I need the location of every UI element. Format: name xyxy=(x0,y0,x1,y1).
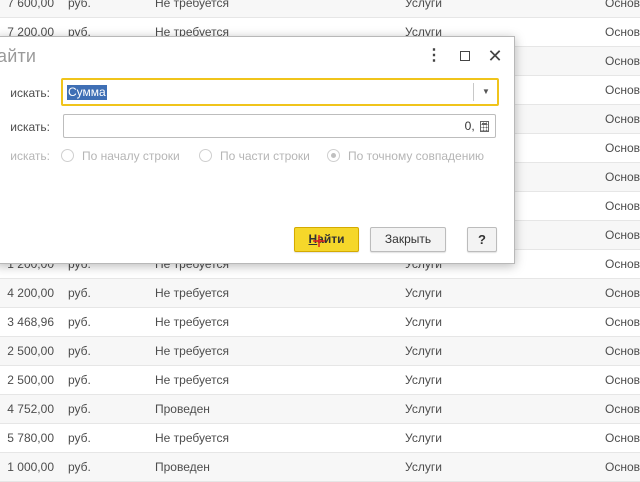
basis-cell: Основ xyxy=(605,315,640,329)
amount-cell: 5 780,00 xyxy=(7,431,54,445)
currency-cell: руб. xyxy=(68,402,91,416)
type-cell: Услуги xyxy=(405,315,442,329)
status-cell: Проведен xyxy=(155,460,210,474)
table-row[interactable]: 3 468,96 руб. Не требуется Услуги Основ xyxy=(0,308,640,337)
amount-cell: 2 500,00 xyxy=(7,344,54,358)
type-cell: Услуги xyxy=(405,431,442,445)
basis-cell: Основ xyxy=(605,54,640,68)
find-button-hotkey: Н xyxy=(308,232,318,246)
basis-cell: Основ xyxy=(605,257,640,271)
table-row[interactable]: 1 000,00 руб. Проведен Услуги Основ xyxy=(0,453,640,482)
basis-cell: Основ xyxy=(605,460,640,474)
search-what-field[interactable]: 0,00 xyxy=(63,114,495,138)
basis-cell: Основ xyxy=(605,25,640,39)
status-cell: Проведен xyxy=(155,402,210,416)
close-button[interactable]: Закрыть xyxy=(370,227,446,252)
dialog-title: айти xyxy=(0,46,37,66)
amount-cell: 7 600,00 xyxy=(7,0,54,10)
amount-cell: 2 500,00 xyxy=(7,373,54,387)
status-cell: Не требуется xyxy=(155,0,229,10)
basis-cell: Основ xyxy=(605,344,640,358)
calculator-button[interactable] xyxy=(475,114,496,138)
status-cell: Не требуется xyxy=(155,286,229,300)
type-cell: Услуги xyxy=(405,0,442,10)
table-row[interactable]: 2 500,00 руб. Не требуется Услуги Основ xyxy=(0,366,640,395)
amount-cell: 4 752,00 xyxy=(7,402,54,416)
more-vertical-icon[interactable]: ⋮ xyxy=(423,45,445,67)
maximize-icon[interactable] xyxy=(454,45,476,67)
basis-cell: Основ xyxy=(605,431,640,445)
status-cell: Не требуется xyxy=(155,315,229,329)
currency-cell: руб. xyxy=(68,460,91,474)
basis-cell: Основ xyxy=(605,83,640,97)
field-separator xyxy=(473,83,474,101)
type-cell: Услуги xyxy=(405,402,442,416)
type-cell: Услуги xyxy=(405,344,442,358)
basis-cell: Основ xyxy=(605,228,640,242)
find-button[interactable]: Найти xyxy=(294,227,359,252)
amount-cell: 1 000,00 xyxy=(7,460,54,474)
type-cell: Услуги xyxy=(405,286,442,300)
radio-circle xyxy=(61,149,74,162)
find-button-label: айти xyxy=(317,232,345,246)
basis-cell: Основ xyxy=(605,0,640,10)
basis-cell: Основ xyxy=(605,286,640,300)
currency-cell: руб. xyxy=(68,431,91,445)
search-where-field[interactable]: Сумма ▼ xyxy=(61,78,499,106)
search-where-value: Сумма xyxy=(67,85,107,100)
help-button[interactable]: ? xyxy=(467,227,497,252)
status-cell: Не требуется xyxy=(155,431,229,445)
status-cell: Не требуется xyxy=(155,344,229,358)
status-cell: Не требуется xyxy=(155,373,229,387)
basis-cell: Основ xyxy=(605,112,640,126)
search-what-label: искать: xyxy=(10,120,50,134)
table-row[interactable]: 4 200,00 руб. Не требуется Услуги Основ xyxy=(0,279,640,308)
close-icon[interactable]: ✕ xyxy=(484,45,506,67)
currency-cell: руб. xyxy=(68,344,91,358)
table-row[interactable]: 4 752,00 руб. Проведен Услуги Основ xyxy=(0,395,640,424)
table-row[interactable]: 2 500,00 руб. Не требуется Услуги Основ xyxy=(0,337,640,366)
basis-cell: Основ xyxy=(605,199,640,213)
amount-cell: 4 200,00 xyxy=(7,286,54,300)
search-how-label: искать: xyxy=(10,149,50,163)
find-dialog: айти ⋮ ✕ искать: Сумма ▼ искать: 0,00 ис… xyxy=(0,36,515,264)
currency-cell: руб. xyxy=(68,286,91,300)
chevron-down-icon[interactable]: ▼ xyxy=(481,84,491,100)
basis-cell: Основ xyxy=(605,402,640,416)
currency-cell: руб. xyxy=(68,373,91,387)
table-row[interactable]: 7 600,00 руб. Не требуется Услуги Основ xyxy=(0,0,640,18)
basis-cell: Основ xyxy=(605,141,640,155)
table-row[interactable]: 5 780,00 руб. Не требуется Услуги Основ xyxy=(0,424,640,453)
radio-label: По части строки xyxy=(220,149,310,163)
calculator-icon xyxy=(480,121,489,132)
basis-cell: Основ xyxy=(605,170,640,184)
radio-circle-selected xyxy=(327,149,340,162)
radio-label: По точному совпадению xyxy=(348,149,485,163)
currency-cell: руб. xyxy=(68,315,91,329)
radio-label: По началу строки xyxy=(82,149,180,163)
basis-cell: Основ xyxy=(605,373,640,387)
type-cell: Услуги xyxy=(405,460,442,474)
radio-circle xyxy=(199,149,212,162)
currency-cell: руб. xyxy=(68,0,91,10)
search-where-label: искать: xyxy=(10,86,50,100)
type-cell: Услуги xyxy=(405,373,442,387)
amount-cell: 3 468,96 xyxy=(7,315,54,329)
